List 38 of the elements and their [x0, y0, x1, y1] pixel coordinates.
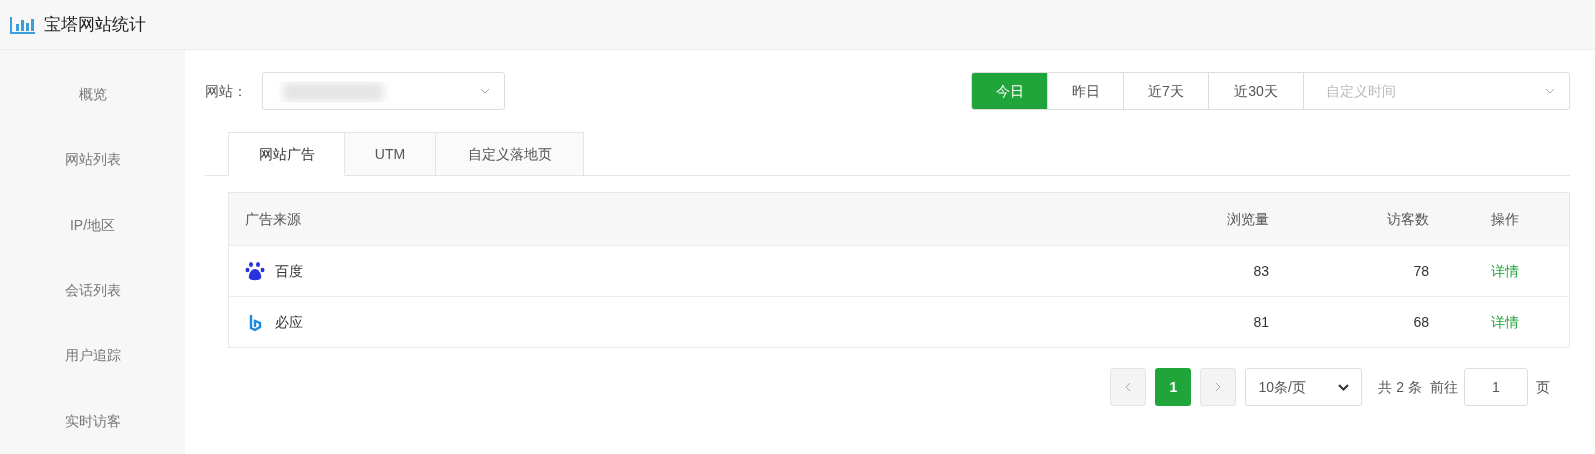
page-suffix: 页: [1536, 377, 1550, 397]
details-link[interactable]: 详情: [1491, 313, 1519, 330]
sidebar-item[interactable]: IP/地区: [0, 192, 185, 258]
sidebar-item[interactable]: 会话列表: [0, 258, 185, 324]
tab[interactable]: 自定义落地页: [436, 132, 584, 176]
page-size-select[interactable]: 10条/页: [1245, 368, 1363, 406]
tab[interactable]: 网站广告: [228, 132, 345, 176]
chevron-left-icon: [1125, 382, 1132, 392]
goto-label: 前往: [1430, 377, 1458, 397]
site-select[interactable]: [262, 72, 505, 110]
sidebar-item[interactable]: 实时访客: [0, 388, 185, 454]
column-header: 广告来源: [245, 210, 301, 227]
paw-icon: [245, 261, 265, 281]
table-cell: 83: [1253, 262, 1269, 279]
bar-chart-icon: [10, 15, 36, 34]
column-header: 浏览量: [1227, 210, 1269, 227]
sidebar-item[interactable]: 概览: [0, 62, 185, 128]
chevron-right-icon: [1215, 382, 1222, 392]
column-header: 访客数: [1387, 210, 1429, 227]
table-cell: 68: [1413, 313, 1429, 330]
table-cell: 78: [1413, 262, 1429, 279]
table-cell-text: 必应: [275, 312, 303, 332]
app-title: 宝塔网站统计: [44, 13, 146, 36]
site-label: 网站：: [205, 81, 248, 101]
column-header: 操作: [1491, 210, 1519, 227]
next-page-button[interactable]: [1200, 368, 1237, 406]
previous-page-button[interactable]: [1110, 368, 1147, 406]
table-cell: 81: [1253, 313, 1269, 330]
table-cell-text: 百度: [275, 261, 303, 281]
chevron-down-icon: [1338, 383, 1350, 391]
goto-page-field[interactable]: 1: [1464, 368, 1528, 406]
details-link[interactable]: 详情: [1491, 262, 1519, 279]
tab[interactable]: UTM: [345, 132, 436, 176]
page-button[interactable]: 1: [1155, 368, 1192, 406]
sidebar-item[interactable]: 用户追踪: [0, 323, 185, 389]
sidebar-item[interactable]: 网站列表: [0, 127, 185, 193]
total-count: 共 2 条: [1378, 377, 1422, 397]
chevron-down-icon: [480, 88, 490, 94]
